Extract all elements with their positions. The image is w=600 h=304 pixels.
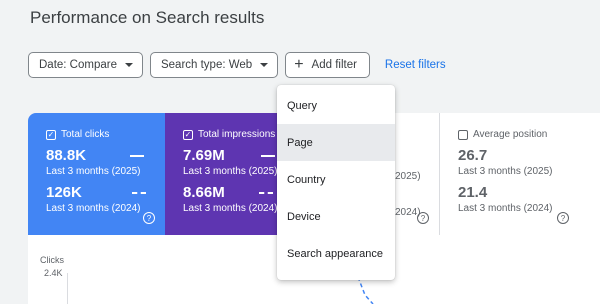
dashed-line-legend-icon xyxy=(131,191,146,194)
metric-previous-value: 126K xyxy=(46,184,82,201)
metric-card-position[interactable]: Average position 26.7 Last 3 months (202… xyxy=(439,113,600,235)
dashed-line-legend-icon xyxy=(258,191,273,194)
menu-item-device[interactable]: Device xyxy=(277,198,395,235)
chevron-down-icon xyxy=(260,63,269,67)
checkbox-checked-icon[interactable]: ✓ xyxy=(183,129,193,140)
metric-current-period: 2025) xyxy=(395,171,421,182)
checkbox-checked-icon[interactable]: ✓ xyxy=(46,129,56,140)
menu-item-page[interactable]: Page xyxy=(277,124,395,161)
checkbox-unchecked-icon[interactable] xyxy=(458,129,468,140)
metric-label: Total impressions xyxy=(198,129,276,140)
menu-item-search-appearance[interactable]: Search appearance xyxy=(277,235,395,272)
metric-previous-period: Last 3 months (2024) xyxy=(458,203,553,214)
solid-line-legend-icon xyxy=(260,154,275,157)
add-filter-button[interactable]: + Add filter xyxy=(285,52,370,78)
search-type-filter-chip[interactable]: Search type: Web xyxy=(149,52,279,78)
help-icon[interactable]: ? xyxy=(143,212,155,224)
metric-current-value: 7.69M xyxy=(183,147,225,164)
metric-header: Average position xyxy=(458,129,600,140)
chevron-down-icon xyxy=(124,63,133,67)
date-filter-label: Date: Compare xyxy=(39,59,117,71)
metric-current-row: 88.8K xyxy=(46,147,165,164)
metric-current-period: Last 3 months (2025) xyxy=(46,166,141,177)
menu-item-query[interactable]: Query xyxy=(277,87,395,124)
solid-line-legend-icon xyxy=(130,154,145,157)
previous-period-line xyxy=(357,276,374,304)
reset-filters-link[interactable]: Reset filters xyxy=(385,59,446,71)
add-filter-menu: Query Page Country Device Search appeara… xyxy=(277,85,395,280)
filter-bar: Date: Compare Search type: Web + Add fil… xyxy=(28,52,446,78)
metric-current-value: 26.7 xyxy=(458,147,488,164)
page-title: Performance on Search results xyxy=(30,8,265,27)
help-icon[interactable]: ? xyxy=(417,212,429,224)
metric-card-clicks[interactable]: ✓ Total clicks 88.8K Last 3 months (2025… xyxy=(28,113,165,235)
metric-current-value: 88.8K xyxy=(46,147,87,164)
metric-header: ✓ Total clicks xyxy=(46,129,165,140)
metric-label: Average position xyxy=(473,129,548,140)
metric-previous-value: 8.66M xyxy=(183,184,225,201)
search-type-filter-label: Search type: Web xyxy=(160,59,253,71)
add-filter-label: Add filter xyxy=(311,59,357,71)
menu-item-country[interactable]: Country xyxy=(277,161,395,198)
help-icon[interactable]: ? xyxy=(557,212,569,224)
date-filter-chip[interactable]: Date: Compare xyxy=(28,52,143,78)
plus-icon: + xyxy=(294,56,304,73)
metric-previous-value: 21.4 xyxy=(458,184,488,201)
metric-previous-row: 126K xyxy=(46,184,165,201)
metric-current-period: Last 3 months (2025) xyxy=(458,166,553,177)
metric-label: Total clicks xyxy=(61,129,110,140)
